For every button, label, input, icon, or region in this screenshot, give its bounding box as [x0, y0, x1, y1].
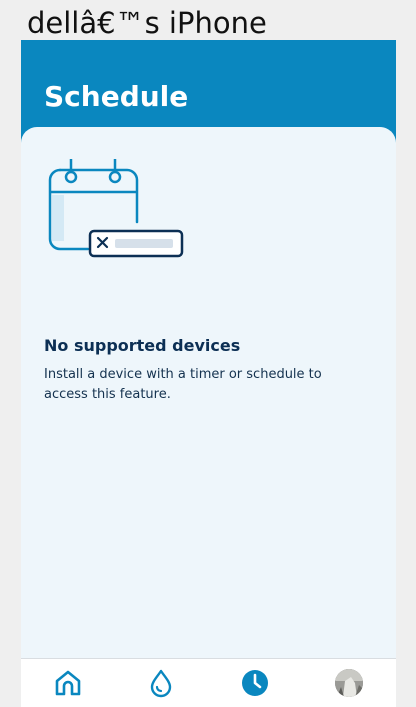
tab-water[interactable]: [141, 667, 181, 699]
empty-state-title: No supported devices: [44, 336, 241, 355]
tab-schedule[interactable]: [235, 667, 275, 699]
bottom-tab-bar: [21, 658, 396, 707]
calendar-x-icon: [48, 157, 188, 263]
tab-profile[interactable]: [329, 667, 369, 699]
device-name-label: dellâ€™s iPhone: [27, 6, 267, 40]
avatar: [335, 669, 363, 697]
page-title: Schedule: [44, 80, 189, 113]
empty-state-description: Install a device with a timer or schedul…: [44, 367, 322, 402]
main-content: No supported devices Install a device wi…: [21, 127, 396, 658]
clock-icon: [242, 670, 268, 696]
tab-home[interactable]: [48, 667, 88, 699]
water-drop-icon: [150, 669, 172, 698]
home-icon: [55, 670, 81, 696]
app-screen: Schedule No supported devices Install a …: [21, 40, 396, 707]
